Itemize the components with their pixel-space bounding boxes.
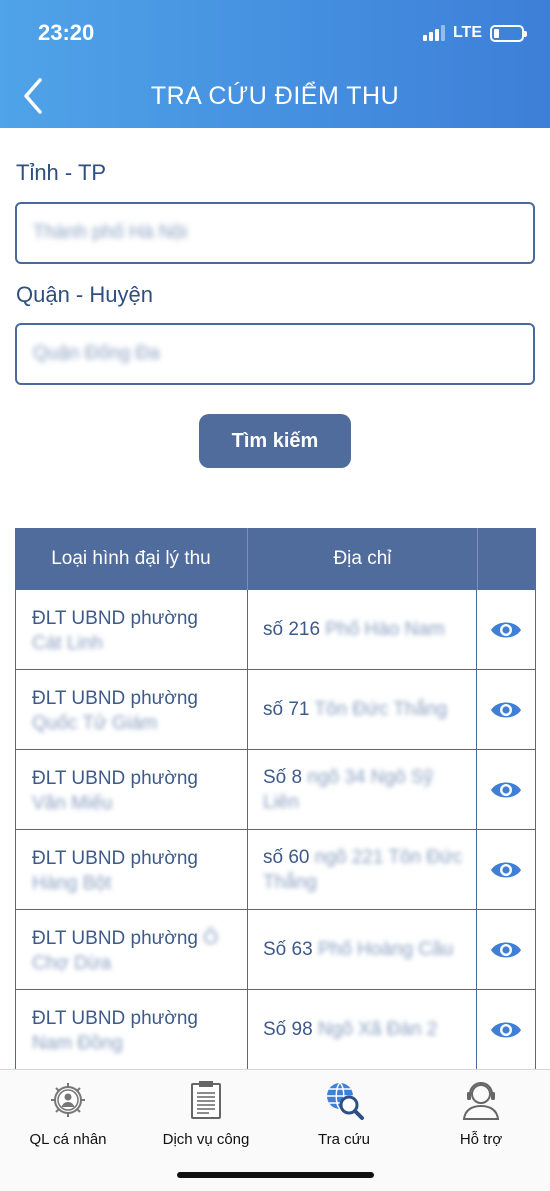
results-table: Loại hình đại lý thu Địa chỉ ĐLT UBND ph…: [15, 528, 536, 1070]
status-indicators: LTE: [422, 24, 527, 42]
province-label: Tỉnh - TP: [16, 160, 107, 185]
district-select[interactable]: Quận Đống Đa: [15, 323, 535, 385]
tab-label: Dịch vụ công: [162, 1131, 250, 1148]
view-button[interactable]: [477, 910, 535, 989]
network-type: LTE: [452, 24, 482, 41]
address-street: Phố Hào Nam: [325, 619, 445, 640]
agent-type-ward: Quốc Tử Giám: [32, 713, 158, 734]
province-value: Thành phố Hà Nội: [33, 222, 188, 243]
view-button[interactable]: [477, 670, 535, 749]
tab-personal[interactable]: QL cá nhân: [3, 1078, 133, 1148]
table-row: ĐLT UBND phường Nam Đồng Số 98 Ngõ Xã Đà…: [15, 990, 536, 1070]
province-select[interactable]: Thành phố Hà Nội: [15, 202, 535, 264]
column-header-action: [477, 528, 536, 590]
table-row: ĐLT UBND phường Quốc Tử Giám số 71 Tôn Đ…: [15, 670, 536, 750]
address-cell: số 216 Phố Hào Nam: [247, 590, 477, 669]
eye-icon: [491, 702, 521, 717]
column-header-address: Địa chỉ: [247, 528, 477, 590]
tab-support[interactable]: Hỗ trợ: [416, 1078, 546, 1148]
tab-label: QL cá nhân: [29, 1131, 107, 1148]
address-number: Số 63: [263, 939, 313, 960]
agent-type-text: ĐLT UBND phường: [32, 928, 198, 949]
home-indicator[interactable]: [177, 1172, 374, 1178]
battery-icon: [490, 24, 527, 42]
agent-type-ward: Nam Đồng: [32, 1033, 123, 1054]
view-button[interactable]: [477, 590, 535, 669]
district-value: Quận Đống Đa: [33, 343, 160, 364]
agent-type-cell: ĐLT UBND phường Văn Miếu: [16, 750, 247, 829]
agent-type-cell: ĐLT UBND phường Quốc Tử Giám: [16, 670, 247, 749]
column-header-type: Loại hình đại lý thu: [51, 548, 211, 569]
agent-type-ward: Văn Miếu: [32, 793, 113, 814]
tab-label: Hỗ trợ: [459, 1131, 503, 1148]
agent-type-text: ĐLT UBND phường: [32, 848, 198, 869]
agent-type-text: ĐLT UBND phường: [32, 608, 198, 629]
globe-search-icon: [327, 1082, 364, 1120]
tab-public-services[interactable]: Dịch vụ công: [141, 1078, 271, 1148]
table-row: ĐLT UBND phường Ô Chợ Dừa Số 63 Phố Hoàn…: [15, 910, 536, 990]
table-row: ĐLT UBND phường Cát Linh số 216 Phố Hào …: [15, 590, 536, 670]
address-number: Số 8: [263, 766, 303, 788]
tab-label: Tra cứu: [318, 1131, 370, 1148]
address-street: Tôn Đức Thắng: [314, 699, 448, 720]
agent-type-ward: Hàng Bột: [32, 873, 112, 894]
table-row: ĐLT UBND phường Văn Miếu Số 8 ngõ 34 Ngô…: [15, 750, 536, 830]
district-label: Quận - Huyện: [16, 282, 153, 307]
search-button[interactable]: Tìm kiếm: [199, 414, 351, 468]
view-button[interactable]: [477, 750, 535, 829]
address-cell: Số 63 Phố Hoàng Cầu: [247, 910, 477, 989]
eye-icon: [491, 1022, 521, 1037]
page-title: TRA CỨU ĐIỂM THU: [150, 82, 400, 110]
agent-type-text: ĐLT UBND phường: [32, 768, 198, 789]
support-person-icon: [462, 1082, 500, 1120]
tab-lookup[interactable]: Tra cứu: [279, 1078, 409, 1148]
gear-person-icon: [51, 1083, 85, 1117]
address-street: Ngõ Xã Đàn 2: [317, 1019, 438, 1040]
address-number: số 216: [263, 619, 321, 640]
eye-icon: [491, 862, 521, 877]
address-cell: Số 8 ngõ 34 Ngô Sỹ Liên: [247, 750, 477, 829]
eye-icon: [491, 622, 521, 637]
table-row: ĐLT UBND phường Hàng Bột số 60 ngõ 221 T…: [15, 830, 536, 910]
address-number: số 60: [263, 846, 310, 868]
view-button[interactable]: [477, 830, 535, 909]
agent-type-cell: ĐLT UBND phường Cát Linh: [16, 590, 247, 669]
agent-type-cell: ĐLT UBND phường Hàng Bột: [16, 830, 247, 909]
table-header: Loại hình đại lý thu Địa chỉ: [15, 528, 536, 590]
signal-icon: [422, 25, 445, 41]
view-button[interactable]: [477, 990, 535, 1069]
agent-type-ward: Cát Linh: [32, 633, 103, 654]
address-cell: số 71 Tôn Đức Thắng: [247, 670, 477, 749]
agent-type-cell: ĐLT UBND phường Ô Chợ Dừa: [16, 910, 247, 989]
document-icon: [191, 1081, 221, 1119]
address-cell: Số 98 Ngõ Xã Đàn 2: [247, 990, 477, 1069]
address-cell: số 60 ngõ 221 Tôn Đức Thắng: [247, 830, 477, 909]
address-number: số 71: [263, 699, 310, 720]
app-header: 23:20 LTE TRA CỨU ĐIỂM THU: [0, 0, 550, 128]
status-time: 23:20: [38, 20, 95, 45]
eye-icon: [491, 942, 521, 957]
agent-type-text: ĐLT UBND phường: [32, 688, 198, 709]
address-number: Số 98: [263, 1019, 313, 1040]
address-street: Phố Hoàng Cầu: [317, 939, 454, 960]
agent-type-text: ĐLT UBND phường: [32, 1008, 198, 1029]
agent-type-cell: ĐLT UBND phường Nam Đồng: [16, 990, 247, 1069]
eye-icon: [491, 782, 521, 797]
